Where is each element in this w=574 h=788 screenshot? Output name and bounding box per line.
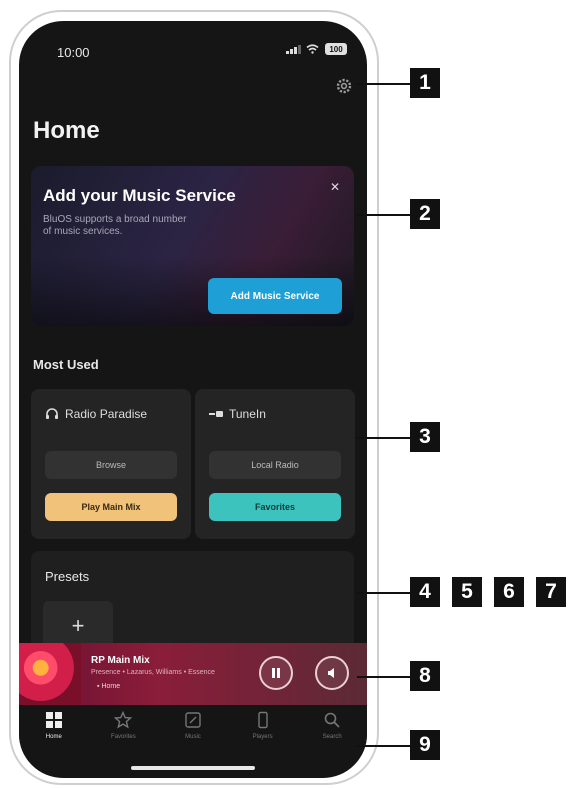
album-art — [19, 643, 81, 705]
pause-button[interactable] — [259, 656, 293, 690]
callout-number-2: 2 — [410, 199, 440, 229]
tunein-logo-icon — [209, 411, 223, 417]
home-grid-icon — [45, 712, 62, 728]
callout-number-1: 1 — [410, 68, 440, 98]
wifi-icon — [306, 44, 319, 54]
card-header: Radio Paradise — [45, 407, 147, 421]
presets-section: Presets + — [31, 551, 354, 661]
promo-title: Add your Music Service — [43, 186, 236, 205]
headphones-icon — [46, 408, 58, 419]
speaker-device-icon — [257, 711, 268, 729]
callout-number-5: 5 — [452, 577, 482, 607]
favorites-button[interactable]: Favorites — [209, 493, 341, 521]
room-name: Home — [101, 683, 121, 690]
callout-number-7: 7 — [536, 577, 566, 607]
tab-label: Favorites — [111, 734, 136, 740]
callout-number-8: 8 — [410, 661, 440, 691]
phone-screen: 10:00 100 Home Add your Music Service Bl… — [19, 21, 367, 778]
search-icon — [324, 712, 340, 728]
callout-line-2 — [357, 214, 410, 216]
tunein-card[interactable]: TuneIn Local Radio Favorites — [195, 389, 355, 539]
tab-home[interactable]: Home — [19, 705, 89, 755]
most-used-title: Most Used — [33, 357, 99, 372]
radio-paradise-card[interactable]: Radio Paradise Browse Play Main Mix — [31, 389, 191, 539]
close-icon[interactable]: ✕ — [330, 180, 340, 194]
tab-label: Home — [45, 734, 62, 740]
tab-label: Music — [185, 734, 201, 740]
card-header: TuneIn — [209, 407, 266, 421]
now-playing-title: RP Main Mix — [91, 655, 150, 666]
pause-icon — [272, 668, 280, 678]
callout-number-4: 4 — [410, 577, 440, 607]
callout-number-9: 9 — [410, 730, 440, 760]
bottom-tab-bar: Home Favorites Music Players Search — [19, 705, 367, 755]
card-title: Radio Paradise — [65, 407, 148, 421]
browse-button[interactable]: Browse — [45, 451, 177, 479]
now-playing-subtitle: Presence • Lazarus, Williams • Essence — [91, 669, 215, 676]
callout-line-9 — [357, 745, 410, 747]
status-time: 10:00 — [57, 45, 90, 60]
callout-line-3 — [357, 437, 410, 439]
tab-label: Search — [322, 734, 342, 740]
play-main-mix-button[interactable]: Play Main Mix — [45, 493, 177, 521]
music-library-icon — [185, 712, 201, 728]
settings-gear-icon[interactable] — [333, 75, 355, 97]
page-title: Home — [33, 117, 100, 144]
callout-line-8 — [357, 676, 410, 678]
add-music-service-button[interactable]: Add Music Service — [208, 278, 342, 314]
star-icon — [114, 711, 133, 729]
callout-line-4 — [357, 592, 410, 594]
tab-label: Players — [252, 734, 273, 740]
volume-button[interactable] — [315, 656, 349, 690]
tab-music[interactable]: Music — [158, 705, 228, 755]
local-radio-button[interactable]: Local Radio — [209, 451, 341, 479]
now-playing-bar[interactable]: RP Main Mix Presence • Lazarus, Williams… — [19, 643, 367, 705]
tab-search[interactable]: Search — [297, 705, 367, 755]
volume-icon — [328, 668, 334, 678]
promo-description: BluOS supports a broad number of music s… — [43, 214, 187, 237]
home-indicator — [131, 766, 255, 770]
music-service-promo-card: Add your Music Service BluOS supports a … — [31, 166, 354, 326]
tab-players[interactable]: Players — [228, 705, 298, 755]
signal-icon — [286, 44, 301, 54]
callout-line-1 — [357, 83, 410, 85]
status-icons: 100 — [286, 43, 347, 55]
callout-number-6: 6 — [494, 577, 524, 607]
callout-number-3: 3 — [410, 422, 440, 452]
card-title: TuneIn — [229, 407, 266, 421]
battery-icon: 100 — [325, 43, 347, 55]
now-playing-room: ▪ Home — [97, 683, 120, 690]
presets-title: Presets — [45, 569, 90, 584]
tab-favorites[interactable]: Favorites — [89, 705, 159, 755]
